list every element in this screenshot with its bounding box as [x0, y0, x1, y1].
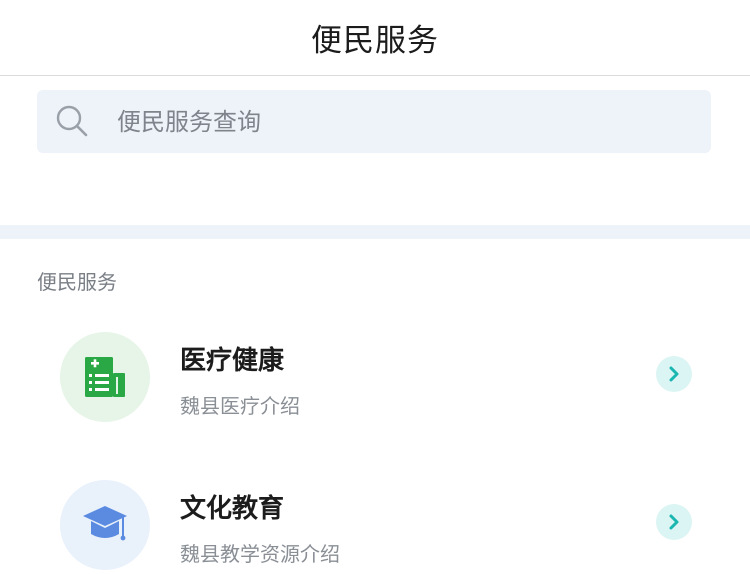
chevron-right-button[interactable]	[656, 504, 692, 540]
service-subtitle: 魏县教学资源介绍	[180, 542, 340, 566]
search-input[interactable]	[117, 90, 677, 153]
search-icon	[56, 105, 88, 137]
medical-icon-badge	[60, 332, 150, 422]
medical-record-icon	[85, 357, 125, 397]
chevron-right-icon	[669, 514, 679, 530]
section-title: 便民服务	[37, 270, 117, 294]
service-item-education[interactable]: 文化教育 魏县教学资源介绍	[0, 470, 750, 574]
section-divider	[0, 225, 750, 239]
service-item-medical[interactable]: 医疗健康 魏县医疗介绍	[0, 322, 750, 432]
service-title: 医疗健康	[180, 346, 285, 376]
education-icon-badge	[60, 480, 150, 570]
nav-bar: 便民服务	[0, 0, 750, 76]
page-title: 便民服务	[311, 23, 439, 59]
page: 便民服务 便民服务 医疗健康 魏	[0, 0, 750, 574]
graduation-cap-icon	[83, 506, 127, 541]
service-title: 文化教育	[180, 494, 285, 524]
search-bar[interactable]	[37, 90, 711, 153]
chevron-right-icon	[669, 366, 679, 382]
service-subtitle: 魏县医疗介绍	[180, 394, 300, 418]
chevron-right-button[interactable]	[656, 356, 692, 392]
